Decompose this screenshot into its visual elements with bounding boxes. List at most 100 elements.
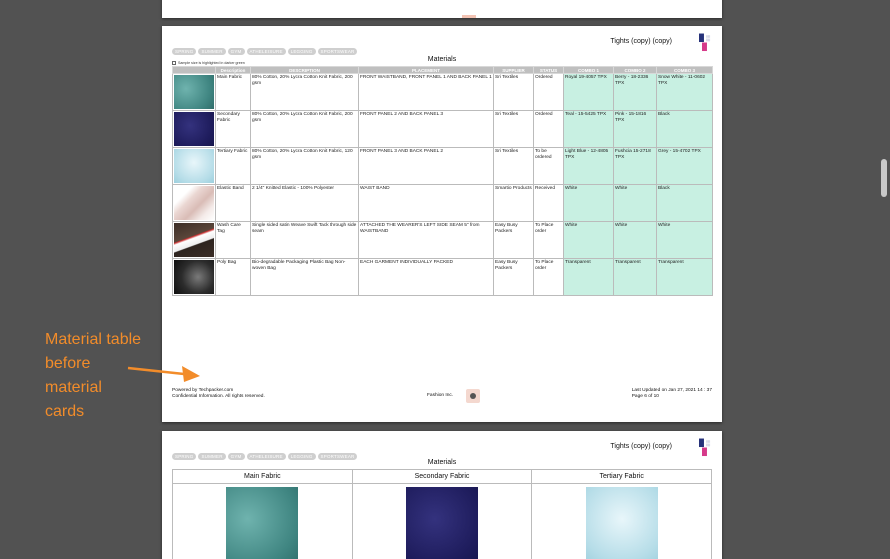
cell-combo3: Transparent [656,258,713,296]
cell-placement: FRONT WAISTBAND, FRONT PANEL 1 AND BACK … [358,73,494,111]
cell-supplier: Easy Busy Packers [493,258,534,296]
table-row: Main Fabric 80% Cotton, 20% Lycra Cotton … [172,73,713,111]
table-body: Main Fabric 80% Cotton, 20% Lycra Cotton … [172,73,713,296]
previous-page [162,0,722,18]
material-card: Tertiary Fabric [532,470,712,559]
footer-left: Powered by Techpacker.com Confidential I… [172,388,265,400]
materials-table: Description DESCRIPTION PLACEMENT SUPPLIER S… [172,66,713,296]
cell-name: Secondary Fabric [215,110,251,148]
cell-combo3: Black [656,184,713,222]
company-name: Fashion Inc. [427,393,454,398]
material-card-image [406,487,478,559]
material-card: Secondary Fabric [352,470,533,559]
tag-chip: SPRING [172,48,197,55]
table-header-row: Description DESCRIPTION PLACEMENT SUPPLIER S… [172,66,713,74]
cell-placement: WAIST BAND [358,184,494,222]
company-logo-icon [466,389,480,403]
note-text: Sample size is highlighted in darker gre… [178,61,245,65]
material-image-cell [172,73,216,111]
section-title: Materials [427,56,457,63]
column-header: SUPPLIER [493,66,534,74]
note-checkbox-icon [172,61,176,65]
cell-name: Poly Bag [215,258,251,296]
cell-combo3: White [656,221,713,259]
table-row: Secondary Fabric 80% Cotton, 20% Lycra Co… [172,110,713,148]
material-swatch-image [174,149,214,183]
material-image-cell [172,184,216,222]
material-card-image [226,487,299,559]
cell-combo3: Grey - 15-4702 TPX [656,147,713,185]
cell-combo2: Fushcia 15-2718 TPX [613,147,657,185]
material-swatch-image [174,260,214,294]
material-card-title: Main Fabric [173,470,352,484]
tag-chip: LEGGING [287,48,316,55]
column-header [172,66,216,74]
cell-combo2: Berry - 18-2336 TPX [613,73,657,111]
footer-right: Last Updated on Jan 27, 2021 14 : 37 Pag… [632,388,712,400]
cell-placement: EACH GARMENT INDIVIDUALLY PACKED [358,258,494,296]
table-row: Tertiary Fabric 80% Cotton, 20% Lycra Cot… [172,147,713,185]
cell-status: To be ordered [533,147,564,185]
cell-combo1: White [563,221,614,259]
cell-name: Wash Care Tag [215,221,251,259]
column-header: COMBO 3 [656,66,713,74]
material-image-cell [172,110,216,148]
cell-description: Bio-degradable Packaging Plastic Bag Non… [250,258,359,296]
cell-combo2: White [613,221,657,259]
cell-supplier: Sri Textiles [493,73,534,111]
cell-combo1: White [563,184,614,222]
next-section-title: Materials [427,459,457,466]
cell-description: 80% Cotton, 20% Lycra Cotton Knit Fabric… [250,73,359,111]
column-header: STATUS [533,66,564,74]
tag-chip: SPORTSWEAR [317,48,358,55]
tag-list: SPRING SUMMER GYM ATHELEISURE LEGGING SPORTSW… [172,48,358,55]
material-swatch-image [174,223,214,257]
annotation-line: cards [45,403,85,420]
column-header: COMBO 2 [613,66,657,74]
cell-combo1: Royal 19-4057 TPX [563,73,614,111]
material-image-cell [172,221,216,259]
cell-combo2: Transparent [613,258,657,296]
cell-combo1: Transparent [563,258,614,296]
tag-chip: SUMMER [198,48,226,55]
document-title: Tights (copy) (copy) [610,38,672,45]
cell-combo2: White [613,184,657,222]
cell-placement: ATTACHED THE WEARER'S LEFT SIDE SEAM 5" … [358,221,494,259]
material-image-cell [172,258,216,296]
column-header: Description [215,66,251,74]
next-page: Tights (copy) (copy) █ ░ █ SPRING SUMMER G… [162,431,722,559]
confidential-notice: Confidential Information. All rights res… [172,394,265,399]
cell-description: 80% Cotton, 20% Lycra Cotton Knit Fabric… [250,147,359,185]
cell-name: Elastic Band [215,184,251,222]
material-card-title: Secondary Fabric [352,470,532,484]
cell-status: To Place order [533,258,564,296]
footer-logo-fragment [462,15,476,18]
material-card-image [585,487,658,559]
scrollbar-thumb[interactable] [881,159,887,197]
material-swatch-image [174,75,214,109]
cell-supplier: Smartio Products [493,184,534,222]
material-image-cell [172,147,216,185]
column-header: DESCRIPTION [250,66,359,74]
cell-description: 80% Cotton, 20% Lycra Cotton Knit Fabric… [250,110,359,148]
material-swatch-image [174,112,214,146]
cell-supplier: Sri Textiles [493,147,534,185]
tag-chip: GYM [227,48,245,55]
table-row: Wash Care Tag Single sided satin Weave Sw… [172,221,713,259]
cell-status: Received [533,184,564,222]
cell-description: 2 1/4" Knitted Elastic - 100% Polyester [250,184,359,222]
cell-status: Ordered [533,73,564,111]
techpack-page: Tights (copy) (copy) █ ░ █ SPRING SUMMER G… [162,26,722,422]
cell-placement: FRONT PANEL 2 AND BACK PANEL 3 [358,110,494,148]
annotation-arrow-icon [127,366,200,382]
material-swatch-image [174,186,214,220]
next-document-title: Tights (copy) (copy) [610,443,672,450]
cell-supplier: Easy Busy Packers [493,221,534,259]
annotation-line: Material table [45,331,142,348]
material-card-title: Tertiary Fabric [532,470,712,484]
cell-supplier: Sri Textiles [493,110,534,148]
cell-placement: FRONT PANEL 3 AND BACK PANEL 2 [358,147,494,185]
table-row: Poly Bag Bio-degradable Packaging Plastic… [172,258,713,296]
tag-chip: ATHELEISURE [246,48,286,55]
cell-description: Single sided satin Weave Swift Tack thro… [250,221,359,259]
